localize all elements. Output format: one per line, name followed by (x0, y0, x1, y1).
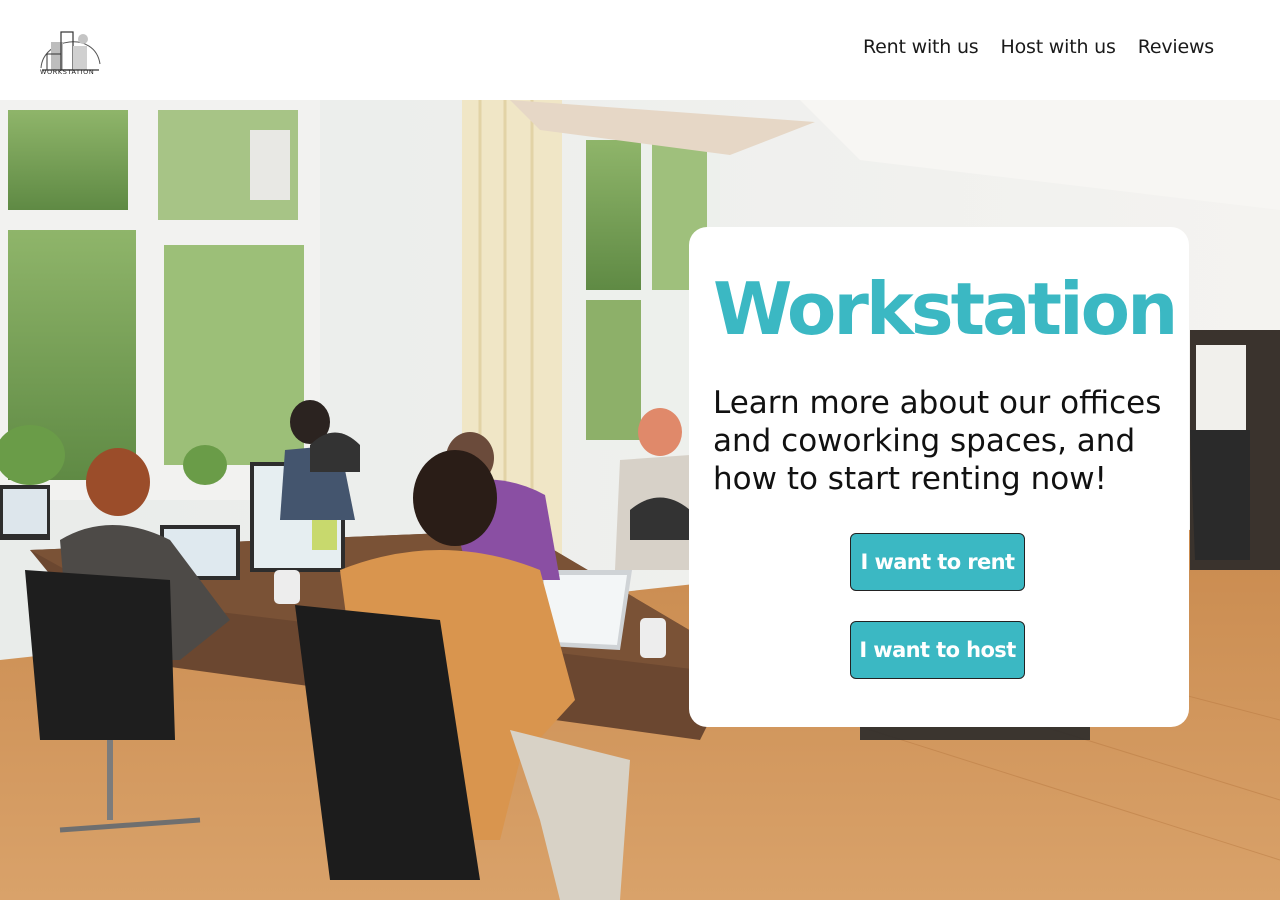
site-header: WORKSTATION Rent with us Host with us Re… (0, 0, 1280, 100)
page-title: Workstation (713, 267, 1178, 351)
workstation-logo[interactable]: WORKSTATION (37, 24, 103, 78)
intro-description: Learn more about our offices and coworki… (713, 385, 1162, 497)
nav-reviews[interactable]: Reviews (1138, 36, 1214, 58)
nav-rent-with-us[interactable]: Rent with us (863, 36, 979, 58)
logo-text: WORKSTATION (40, 68, 95, 76)
nav-host-with-us[interactable]: Host with us (1001, 36, 1116, 58)
intro-card: Workstation Learn more about our offices… (689, 227, 1189, 727)
rent-button[interactable]: I want to rent (850, 533, 1025, 591)
host-button[interactable]: I want to host (850, 621, 1025, 679)
main-nav: Rent with us Host with us Reviews (863, 36, 1214, 58)
